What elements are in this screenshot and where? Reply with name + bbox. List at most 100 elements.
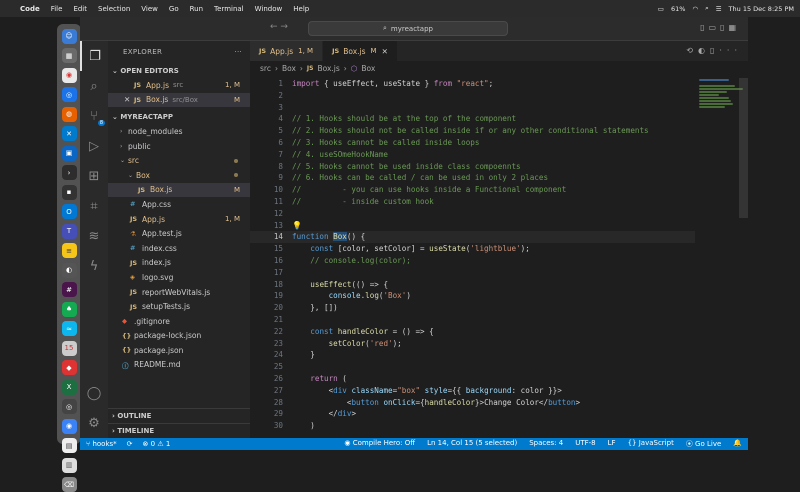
search-spotlight-icon[interactable]: ⌕ (705, 4, 709, 13)
docker-icon[interactable]: ≋ (80, 221, 108, 251)
command-center-search[interactable]: ⌕ myreactapp (308, 21, 508, 36)
indentation[interactable]: Spaces: 4 (529, 439, 563, 449)
tree-item-report-web-vitals[interactable]: JS reportWebVitals.js (108, 285, 250, 300)
menu-go[interactable]: Go (169, 5, 179, 13)
menu-terminal[interactable]: Terminal (214, 5, 244, 13)
nav-back-forward-icon[interactable]: ← → (270, 22, 288, 32)
code-line[interactable]: 25 (250, 361, 695, 373)
timeline-section[interactable]: › TIMELINE (108, 423, 250, 438)
tree-item-src[interactable]: ⌄ src (108, 153, 250, 168)
cursor-position[interactable]: Ln 14, Col 15 (5 selected) (427, 439, 517, 449)
launchpad-icon[interactable]: ▦ (61, 48, 77, 63)
terminal-icon[interactable]: › (61, 165, 77, 180)
finder-icon[interactable]: ☺ (61, 28, 77, 44)
end-of-line[interactable]: LF (608, 439, 616, 449)
chrome-icon[interactable]: ◉ (61, 67, 77, 83)
tree-item-package-lock[interactable]: {} package-lock.json (108, 329, 250, 344)
trash-icon[interactable]: ⌫ (61, 477, 77, 492)
wifi-icon[interactable]: ◠ (692, 5, 698, 13)
tab-app-js[interactable]: JS App.js 1, M (250, 41, 324, 61)
account-icon[interactable]: ◯ (80, 378, 108, 408)
tree-item-package-json[interactable]: {} package.json (108, 343, 250, 358)
layout-toggle-icons[interactable]: ▯▭▯▦ (700, 23, 740, 32)
document-icon[interactable]: ▤ (61, 438, 77, 453)
code-line[interactable]: 29 </div> (250, 408, 695, 420)
app-blue-2-icon[interactable]: ◉ (61, 418, 77, 434)
code-line[interactable]: 18 useEffect(() => { (250, 279, 695, 291)
code-line[interactable]: 5 // 2. Hooks should not be called inside… (250, 125, 695, 137)
menu-app-name[interactable]: Code (20, 5, 40, 13)
code-line[interactable]: 17 (250, 267, 695, 279)
code-line[interactable]: 19 console.log('Box') (250, 290, 695, 302)
tree-item-readme[interactable]: ⓘ README.md (108, 358, 250, 373)
close-tab-icon[interactable]: ✕ (382, 47, 388, 56)
code-line[interactable]: 8 // 5. Hooks cannot be used inside class… (250, 161, 695, 173)
code-line[interactable]: 28 <button onClick={handleColor}>Change … (250, 397, 695, 409)
tree-item-node-modules[interactable]: › node_modules (108, 124, 250, 139)
open-editor-item[interactable]: ✕ JS Box.js src/Box M (108, 92, 250, 108)
calendar-icon[interactable]: 15 (61, 340, 77, 356)
menu-window[interactable]: Window (255, 5, 283, 13)
tree-item-gitignore[interactable]: ◆ .gitignore (108, 314, 250, 329)
open-editors-section[interactable]: ⌄ OPEN EDITORS (108, 63, 250, 78)
tree-item-index-css[interactable]: # index.css (108, 241, 250, 256)
docker-icon[interactable]: ≈ (61, 321, 77, 336)
sync-icon[interactable]: ⟳ (127, 440, 133, 448)
safari-icon[interactable]: ◎ (61, 87, 77, 102)
encoding[interactable]: UTF-8 (575, 439, 595, 449)
close-icon[interactable]: ✕ (124, 95, 134, 104)
app-dark-icon[interactable]: ▪ (61, 184, 77, 200)
tree-item-box-js[interactable]: JS Box.js M (108, 182, 250, 198)
lightbulb-icon[interactable]: 💡 (292, 220, 302, 232)
code-line[interactable]: 24 } (250, 349, 695, 361)
explorer-files-icon[interactable]: ❐ (80, 41, 108, 71)
code-line[interactable]: 22 const handleColor = () => { (250, 326, 695, 338)
breadcrumb-item[interactable]: Box (282, 64, 296, 73)
firefox-icon[interactable]: ◍ (61, 106, 77, 122)
code-editor[interactable]: 1 import { useEffect, useState } from "re… (250, 78, 695, 438)
menu-help[interactable]: Help (293, 5, 309, 13)
code-line[interactable]: 6 // 3. Hooks cannot be called inside loo… (250, 137, 695, 149)
code-line[interactable]: 10 // - you can use hooks inside a Functi… (250, 184, 695, 196)
breadcrumb-item[interactable]: Box (361, 64, 375, 73)
code-line[interactable]: 26 return ( (250, 373, 695, 385)
menu-selection[interactable]: Selection (98, 5, 130, 13)
code-line[interactable]: 15 const [color, setColor] = useState('l… (250, 243, 695, 255)
more-actions-icon[interactable]: ··· (234, 48, 242, 56)
open-editor-item[interactable]: JS App.js src 1, M (108, 78, 250, 93)
code-line[interactable]: 13 💡 (250, 220, 695, 232)
project-section[interactable]: ⌄ MYREACTAPP (108, 109, 250, 124)
run-debug-icon[interactable]: ▷ (80, 131, 108, 161)
language-mode[interactable]: {} JavaScript (628, 439, 674, 449)
code-line[interactable]: 16 // console.log(color); (250, 255, 695, 267)
breadcrumb-item[interactable]: Box.js (317, 64, 339, 73)
control-center-icon[interactable]: ☰ (716, 5, 722, 13)
preview-icon[interactable]: ▥ (61, 457, 77, 473)
notifications-icon[interactable]: 🔔 (733, 439, 742, 449)
extensions-icon[interactable]: ⊞ (80, 161, 108, 191)
code-line[interactable]: 7 // 4. useSOmeHookName (250, 149, 695, 161)
code-line[interactable]: 1 import { useEffect, useState } from "re… (250, 78, 695, 90)
search-icon[interactable]: ⌕ (80, 71, 108, 101)
outline-section[interactable]: › OUTLINE (108, 408, 250, 423)
mongodb-icon[interactable]: ♠ (61, 301, 77, 317)
thunder-client-icon[interactable]: ϟ (80, 251, 108, 281)
code-line[interactable]: 11 // - inside custom hook (250, 196, 695, 208)
tree-item-app-js[interactable]: JS App.js 1, M (108, 212, 250, 227)
notes-icon[interactable]: ≡ (61, 243, 77, 258)
tree-item-app-css[interactable]: # App.css (108, 197, 250, 212)
app-blue-icon[interactable]: ▣ (61, 145, 77, 161)
source-control-icon[interactable]: ⑂ 8 (80, 101, 108, 131)
menu-view[interactable]: View (141, 5, 158, 13)
code-line[interactable]: 12 (250, 208, 695, 220)
compile-hero-toggle[interactable]: ◉ Compile Hero: Off (344, 439, 415, 449)
code-line[interactable]: 14 function Box() { (250, 231, 695, 244)
tree-item-logo-svg[interactable]: ◈ logo.svg (108, 270, 250, 285)
menu-run[interactable]: Run (190, 5, 203, 13)
code-line[interactable]: 20 }, []) (250, 302, 695, 314)
excel-icon[interactable]: X (61, 379, 77, 395)
menu-file[interactable]: File (51, 5, 63, 13)
app-dark-2-icon[interactable]: ◎ (61, 399, 77, 414)
tree-item-setup-tests[interactable]: JS setupTests.js (108, 299, 250, 314)
tree-item-box-folder[interactable]: ⌄ Box (108, 168, 250, 183)
